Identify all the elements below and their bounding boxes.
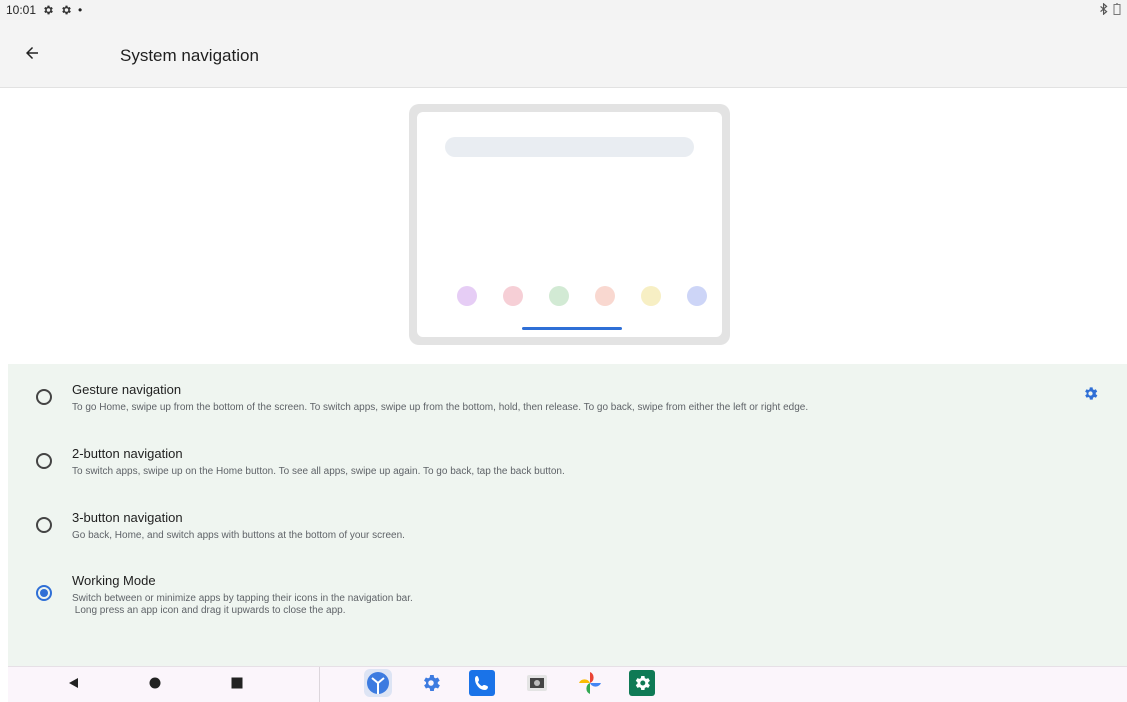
gear-icon <box>42 4 54 16</box>
battery-icon <box>1113 2 1121 18</box>
bluetooth-icon <box>1099 2 1109 18</box>
option-3-button-navigation[interactable]: 3-button navigation Go back, Home, and s… <box>8 492 1127 556</box>
navigation-illustration <box>409 104 730 345</box>
status-bar: 10:01 • <box>0 0 1127 20</box>
illustration-dot <box>641 286 661 306</box>
radio-gesture-navigation[interactable] <box>36 389 52 405</box>
illustration-dot <box>549 286 569 306</box>
illustration-dot <box>503 286 523 306</box>
dock-clock-app[interactable] <box>363 668 393 702</box>
option-working-mode[interactable]: Working Mode Switch between or minimize … <box>8 556 1127 632</box>
illustration-dot <box>687 286 707 306</box>
arrow-left-icon <box>23 44 41 67</box>
illustration-app-dots <box>457 286 707 306</box>
back-nav-button[interactable] <box>62 673 86 697</box>
dock-phone-app[interactable] <box>467 669 497 701</box>
recents-square-icon <box>231 676 243 694</box>
back-button[interactable] <box>19 42 45 68</box>
illustration-search-bar <box>445 137 694 157</box>
option-description: Switch between or minimize apps by tappi… <box>72 593 413 616</box>
status-time: 10:01 <box>6 3 37 17</box>
home-circle-icon <box>149 676 161 694</box>
illustration-screen <box>417 112 722 337</box>
option-description: Go back, Home, and switch apps with butt… <box>72 530 405 541</box>
dock-photos-app[interactable] <box>575 670 605 700</box>
radio-2-button-navigation[interactable] <box>36 453 52 469</box>
option-description: To go Home, swipe up from the bottom of … <box>72 402 809 413</box>
option-title: 2-button navigation <box>72 446 183 461</box>
option-title: Working Mode <box>72 573 156 588</box>
dock-camera-app[interactable] <box>522 670 552 700</box>
radio-working-mode[interactable] <box>36 585 52 601</box>
dock-settings-green-app[interactable] <box>627 669 657 701</box>
option-title: Gesture navigation <box>72 382 182 397</box>
clock-app-icon <box>364 668 392 702</box>
home-nav-button[interactable] <box>143 673 167 697</box>
dock-settings-app[interactable] <box>416 670 446 700</box>
camera-app-icon <box>526 672 548 699</box>
illustration-dot <box>457 286 477 306</box>
page-title: System navigation <box>120 46 259 65</box>
navigation-bar <box>8 666 1127 702</box>
option-gesture-navigation[interactable]: Gesture navigation To go Home, swipe up … <box>8 364 1127 428</box>
app-bar: System navigation <box>0 20 1127 88</box>
gear-icon <box>1082 385 1099 407</box>
phone-app-icon <box>469 669 495 701</box>
dot-icon: • <box>78 3 83 17</box>
gesture-settings-button[interactable] <box>1080 386 1100 406</box>
photos-app-icon <box>577 670 603 701</box>
settings-app-icon <box>420 672 442 699</box>
illustration-gesture-handle <box>522 327 622 330</box>
settings-green-app-icon <box>629 669 655 701</box>
illustration-dot <box>595 286 615 306</box>
nav-divider <box>319 667 320 702</box>
gear-icon <box>60 4 72 16</box>
recents-nav-button[interactable] <box>225 673 249 697</box>
back-triangle-icon <box>68 676 80 694</box>
option-2-button-navigation[interactable]: 2-button navigation To switch apps, swip… <box>8 428 1127 492</box>
option-description: To switch apps, swipe up on the Home but… <box>72 466 565 477</box>
option-title: 3-button navigation <box>72 510 183 525</box>
navigation-options: Gesture navigation To go Home, swipe up … <box>8 364 1127 666</box>
radio-3-button-navigation[interactable] <box>36 517 52 533</box>
